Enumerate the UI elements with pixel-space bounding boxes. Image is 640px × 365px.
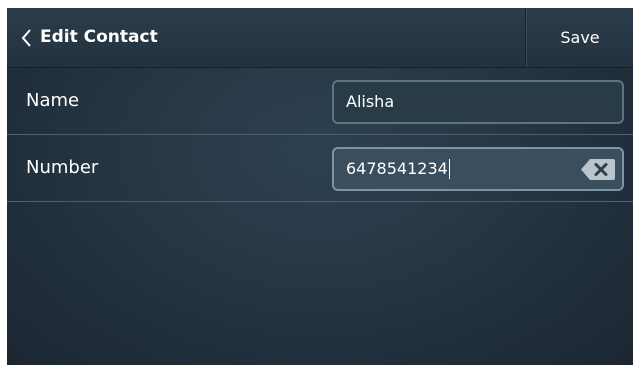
- number-field[interactable]: 6478541234: [332, 147, 624, 191]
- name-label: Name: [26, 90, 80, 111]
- page-title: Edit Contact: [40, 27, 158, 47]
- header-bar: Edit Contact Save: [7, 8, 633, 68]
- row-divider: [7, 201, 633, 202]
- backspace-clear-icon[interactable]: [580, 158, 616, 181]
- number-label: Number: [26, 157, 99, 178]
- back-button[interactable]: Edit Contact: [7, 8, 307, 67]
- name-row: Name Alisha: [7, 68, 633, 134]
- number-field-value: 6478541234: [346, 159, 448, 178]
- number-row: Number 6478541234: [7, 135, 633, 201]
- save-button[interactable]: Save: [527, 8, 633, 67]
- chevron-left-icon: [21, 29, 31, 47]
- name-field-value: Alisha: [346, 92, 395, 111]
- edit-contact-screen: Edit Contact Save Name Alisha Number 647…: [7, 8, 633, 365]
- name-field[interactable]: Alisha: [332, 80, 624, 124]
- text-caret: [448, 158, 450, 179]
